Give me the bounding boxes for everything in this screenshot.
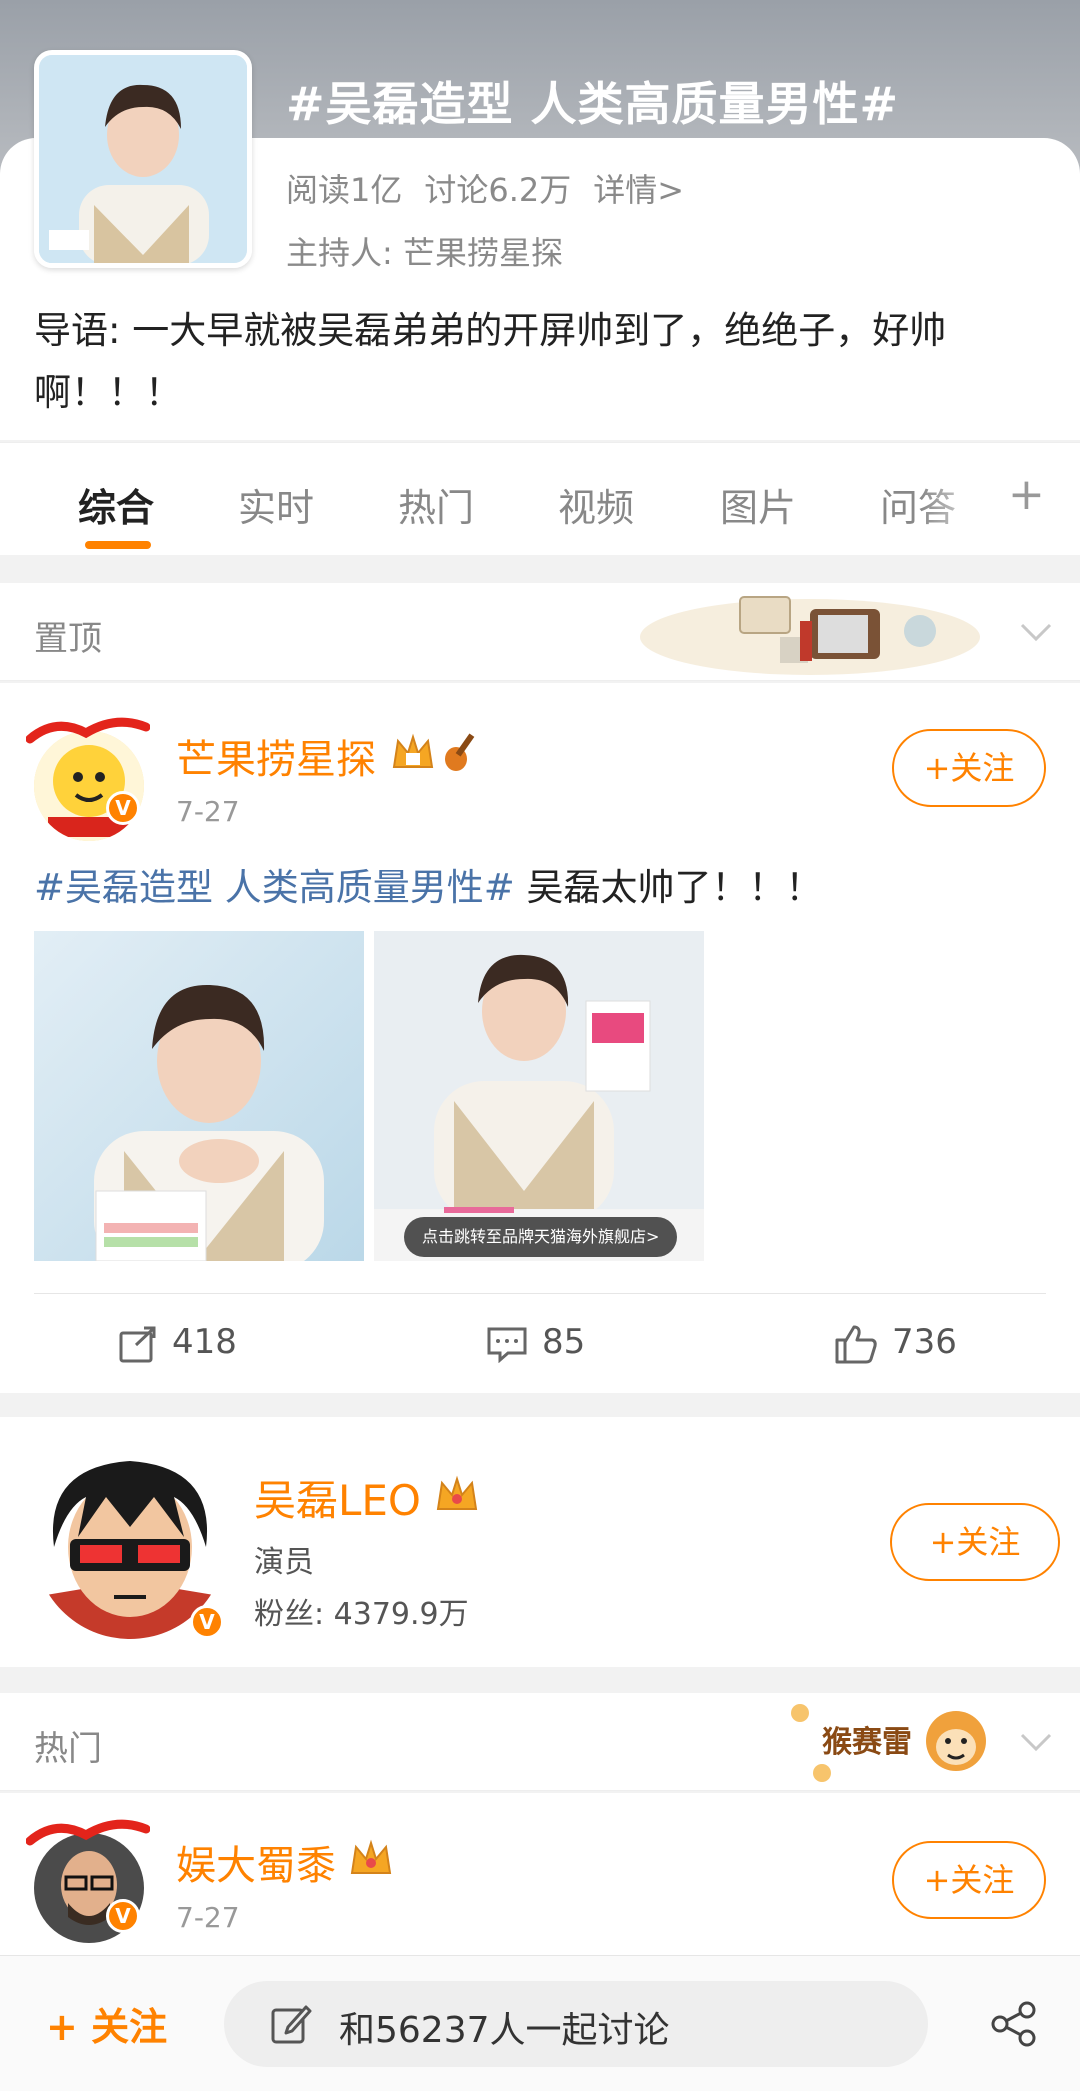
tab-bar: 综合 实时 热门 视频 图片 问答 + (0, 442, 1080, 555)
hot-post-follow-button[interactable]: +关注 (892, 1841, 1046, 1919)
like-count: 736 (892, 1322, 957, 1362)
event-badge-icon (26, 1819, 150, 1846)
tab-hot[interactable]: 热门 (398, 477, 474, 532)
post-date: 7-27 (176, 795, 240, 828)
repost-icon (119, 1326, 156, 1362)
hot-section-header[interactable]: 热门 猴赛雷 (0, 1693, 1080, 1791)
tab-images[interactable]: 图片 (720, 477, 796, 532)
event-badge-icon (26, 717, 150, 744)
crown-icon (392, 733, 434, 768)
divider (34, 1293, 1046, 1294)
tab-general[interactable]: 综合 (78, 477, 154, 532)
post-hashtag[interactable]: #吴磊造型 人类高质量男性# (34, 866, 515, 909)
share-icon[interactable] (990, 2000, 1038, 2048)
topic-host[interactable]: 主持人: 芒果捞星探 (286, 228, 563, 274)
crown-icon (350, 1839, 392, 1874)
post-image-1[interactable] (34, 931, 364, 1261)
tab-video[interactable]: 视频 (558, 477, 634, 532)
hot-section-label: 热门 (34, 1729, 102, 1769)
bottom-bar: + 关注 和56237人一起讨论 (0, 1955, 1080, 2091)
post-image-2[interactable]: 点击跳转至品牌天猫海外旗舰店> (374, 931, 704, 1261)
tab-fade-overlay (920, 443, 1000, 555)
post-text: #吴磊造型 人类高质量男性# 吴磊太帅了！！！ (34, 857, 823, 911)
pinned-post: V 芒果捞星探 7-27 +关注 #吴磊造型 人类高质量男性# 吴磊太帅了！！！ (0, 683, 1080, 1393)
chevron-down-icon[interactable] (1018, 1723, 1054, 1759)
user-avatar[interactable] (34, 731, 144, 841)
user-card[interactable]: V 吴磊LEO 演员 粉丝: 4379.9万 +关注 (0, 1417, 1080, 1667)
repost-count: 418 (172, 1322, 237, 1362)
pinned-section-header[interactable]: 置顶 (0, 583, 1080, 681)
tab-realtime[interactable]: 实时 (238, 477, 314, 532)
verified-badge-icon: V (106, 791, 140, 825)
discussion-input-placeholder: 和56237人一起讨论 (339, 2010, 670, 2051)
image-caption-link[interactable]: 点击跳转至品牌天猫海外旗舰店> (404, 1217, 678, 1257)
user-card-follow-button[interactable]: +关注 (890, 1503, 1060, 1581)
like-button[interactable]: 736 (834, 1322, 957, 1364)
retro-decoration-icon (640, 596, 980, 675)
crown-icon (436, 1475, 478, 1510)
verified-badge-icon: V (106, 1899, 140, 1933)
add-tab-icon[interactable]: + (1008, 469, 1045, 520)
topic-cover-image[interactable] (34, 50, 252, 268)
thumbs-up-icon (835, 1325, 877, 1363)
guitar-icon (445, 733, 475, 771)
hot-post-username[interactable]: 娱大蜀黍 (176, 1833, 336, 1891)
topic-title: #吴磊造型 人类高质量男性# (286, 77, 900, 131)
user-card-name[interactable]: 吴磊LEO (254, 1467, 421, 1528)
discussion-count: 讨论6.2万 (424, 171, 572, 209)
discussion-input[interactable]: 和56237人一起讨论 (224, 1981, 928, 2067)
active-tab-indicator (85, 541, 151, 549)
follow-button[interactable]: +关注 (892, 729, 1046, 807)
user-card-role: 演员 (254, 1545, 314, 1580)
comment-button[interactable]: 85 (486, 1322, 585, 1363)
edit-icon (271, 2005, 312, 2044)
verified-badge-icon: V (190, 1605, 224, 1639)
comment-count: 85 (542, 1322, 586, 1362)
chevron-down-icon[interactable] (1018, 613, 1054, 649)
topic-lead: 导语: 一大早就被吴磊弟弟的开屏帅到了，绝绝子，好帅啊！！！ (34, 309, 947, 414)
user-card-followers: 粉丝: 4379.9万 (254, 1597, 469, 1632)
sticker-text: 猴赛雷 (822, 1725, 912, 1760)
hot-post-date: 7-27 (176, 1901, 240, 1934)
comment-icon (487, 1327, 527, 1363)
topic-stats: 阅读1亿 讨论6.2万 详情> (286, 165, 706, 211)
hot-post: V 娱大蜀黍 7-27 +关注 (0, 1793, 1080, 1955)
post-body: 吴磊太帅了！！！ (514, 866, 823, 909)
post-username[interactable]: 芒果捞星探 (176, 727, 376, 785)
repost-button[interactable]: 418 (118, 1322, 237, 1363)
read-count: 阅读1亿 (286, 171, 403, 209)
bottom-follow-button[interactable]: + 关注 (46, 1996, 167, 2051)
pinned-section-label: 置顶 (34, 619, 102, 659)
details-link[interactable]: 详情> (593, 171, 684, 209)
